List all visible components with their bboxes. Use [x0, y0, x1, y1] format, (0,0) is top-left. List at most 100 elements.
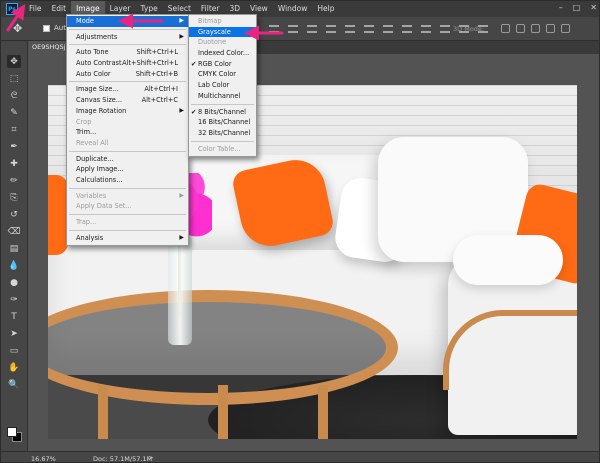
align-icon[interactable] [345, 25, 355, 33]
menu-file[interactable]: File [24, 1, 47, 17]
menu-item-label: Image Rotation [76, 106, 127, 115]
blur-tool-icon[interactable]: 💧 [7, 259, 21, 272]
image-menu-item-duplicate[interactable]: Duplicate... [67, 154, 188, 165]
3d-slide-icon[interactable] [546, 24, 555, 33]
align-icon[interactable] [288, 25, 298, 33]
3d-mode-icons [501, 24, 570, 33]
image-menu-item-calculations[interactable]: Calculations... [67, 175, 188, 186]
submenu-arrow-icon: ▶ [179, 191, 184, 199]
image-menu-item-crop: Crop [67, 117, 188, 128]
align-icon[interactable] [326, 25, 336, 33]
align-icon[interactable] [421, 25, 431, 33]
menu-item-label: Analysis [76, 233, 104, 242]
menu-item-label: Adjustments [76, 32, 118, 41]
menu-window[interactable]: Window [273, 1, 313, 17]
menu-item-label: Indexed Color... [198, 49, 250, 58]
document-tab[interactable]: OE9SHQSj... [28, 41, 66, 54]
menu-item-label: CMYK Color [198, 70, 236, 79]
mode-menu-item-32-bits-channel[interactable]: 32 Bits/Channel [189, 128, 256, 139]
eraser-tool-icon[interactable]: ⌫ [7, 225, 21, 238]
shape-tool-icon[interactable]: ▭ [7, 344, 21, 357]
mode-menu-item-16-bits-channel[interactable]: 16 Bits/Channel [189, 117, 256, 128]
menu-separator [69, 81, 186, 83]
move-tool-icon[interactable]: ✥ [13, 23, 25, 35]
menu-item-label: Auto Tone [76, 48, 109, 57]
crop-tool-icon[interactable]: ⌗ [7, 123, 21, 136]
align-icon[interactable] [364, 25, 374, 33]
submenu-arrow-icon: ▶ [179, 32, 184, 40]
quick-select-tool-icon[interactable]: ✎ [7, 106, 21, 119]
align-icon[interactable] [307, 25, 317, 33]
mode-menu-item-indexed-color[interactable]: Indexed Color... [189, 48, 256, 59]
image-menu-item-image-size[interactable]: Image Size... Alt+Ctrl+I [67, 84, 188, 95]
image-menu-item-adjustments[interactable]: Adjustments ▶ [67, 32, 188, 43]
zoom-level[interactable]: 16.67% [31, 455, 56, 462]
submenu-arrow-icon: ▶ [179, 17, 184, 24]
menu-item-label: Reveal All [76, 138, 109, 147]
menu-item-label: Duplicate... [76, 154, 114, 163]
auto-select-checkbox[interactable] [43, 25, 50, 32]
brush-tool-icon[interactable]: ✏ [7, 174, 21, 187]
photo-pillow [48, 175, 68, 255]
image-menu-item-apply-image[interactable]: Apply Image... [67, 164, 188, 175]
healing-tool-icon[interactable]: ✚ [7, 157, 21, 170]
path-select-tool-icon[interactable]: ➤ [7, 327, 21, 340]
foreground-color-swatch[interactable] [7, 427, 17, 437]
image-menu-item-canvas-size[interactable]: Canvas Size... Alt+Ctrl+C [67, 95, 188, 106]
3d-pan-icon[interactable] [531, 24, 540, 33]
eyedropper-tool-icon[interactable]: ✒ [7, 140, 21, 153]
image-menu-item-auto-color[interactable]: Auto Color Shift+Ctrl+B [67, 69, 188, 80]
menu-item-label: Auto Color [76, 69, 111, 78]
image-menu-item-mode[interactable]: Mode ▶ [67, 16, 188, 27]
stamp-tool-icon[interactable]: ⎘ [7, 191, 21, 204]
pen-tool-icon[interactable]: ✑ [7, 293, 21, 306]
align-icon[interactable] [383, 25, 393, 33]
menu-item-label: Lab Color [198, 81, 230, 90]
photo-table-leg [98, 385, 108, 439]
align-icon[interactable] [402, 25, 412, 33]
mode-menu-item-bitmap: Bitmap [189, 16, 256, 27]
mode-menu-item-multichannel[interactable]: Multichannel [189, 91, 256, 102]
status-menu-arrow-icon[interactable]: > [148, 454, 154, 462]
dodge-tool-icon[interactable]: ● [7, 276, 21, 289]
3d-roll-icon[interactable] [516, 24, 525, 33]
history-brush-tool-icon[interactable]: ↺ [7, 208, 21, 221]
mode-menu-item-lab-color[interactable]: Lab Color [189, 80, 256, 91]
3d-scale-icon[interactable] [561, 24, 570, 33]
align-icon[interactable] [440, 25, 450, 33]
align-icon[interactable] [269, 25, 279, 33]
menu-help[interactable]: Help [312, 1, 339, 17]
marquee-tool-icon[interactable]: ⬚ [7, 72, 21, 85]
menu-item-label: Auto Contrast [76, 59, 122, 68]
image-menu-item-auto-tone[interactable]: Auto Tone Shift+Ctrl+L [67, 47, 188, 58]
mode-menu-item-cmyk-color[interactable]: CMYK Color [189, 69, 256, 80]
gradient-tool-icon[interactable]: ▤ [7, 242, 21, 255]
close-icon[interactable]: ✕ [590, 3, 597, 12]
maximize-icon[interactable]: □ [573, 3, 581, 12]
image-menu-item-variables: Variables ▶ [67, 191, 188, 202]
menu-separator [69, 150, 186, 152]
hand-tool-icon[interactable]: ✋ [7, 361, 21, 374]
mode-menu-item-grayscale[interactable]: Grayscale [189, 26, 256, 38]
window-controls: – □ ✕ [559, 3, 597, 12]
3d-rotate-icon[interactable] [501, 24, 510, 33]
menu-separator [191, 103, 254, 105]
menu-item-shortcut: Alt+Shift+Ctrl+L [122, 59, 178, 68]
image-menu-item-image-rotation[interactable]: Image Rotation ▶ [67, 106, 188, 117]
photo-roll-cushion [453, 235, 563, 285]
minimize-icon[interactable]: – [559, 3, 563, 12]
lasso-tool-icon[interactable]: ᘓ [7, 89, 21, 102]
photo-vase [168, 235, 192, 345]
move-tool-icon[interactable]: ✥ [7, 55, 21, 68]
image-menu-item-auto-contrast[interactable]: Auto Contrast Alt+Shift+Ctrl+L [67, 58, 188, 69]
menu-item-label: Apply Image... [76, 165, 124, 174]
image-menu-item-trim[interactable]: Trim... [67, 127, 188, 138]
mode-menu-item-8-bits-channel[interactable]: ✔ 8 Bits/Channel [189, 107, 256, 118]
image-menu-item-analysis[interactable]: Analysis ▶ [67, 233, 188, 244]
3d-mode-label: 3D Mode: [453, 25, 485, 33]
zoom-tool-icon[interactable]: 🔍 [7, 378, 21, 391]
tools-panel: ✥ ⬚ ᘓ ✎ ⌗ ✒ ✚ ✏ ⎘ ↺ ⌫ ▤ 💧 ● ✑ T ➤ ▭ ✋ 🔍 [1, 41, 28, 451]
mode-menu-item-rgb-color[interactable]: ✔ RGB Color [189, 59, 256, 70]
type-tool-icon[interactable]: T [7, 310, 21, 323]
photoshop-logo-icon: Ps [6, 3, 18, 15]
